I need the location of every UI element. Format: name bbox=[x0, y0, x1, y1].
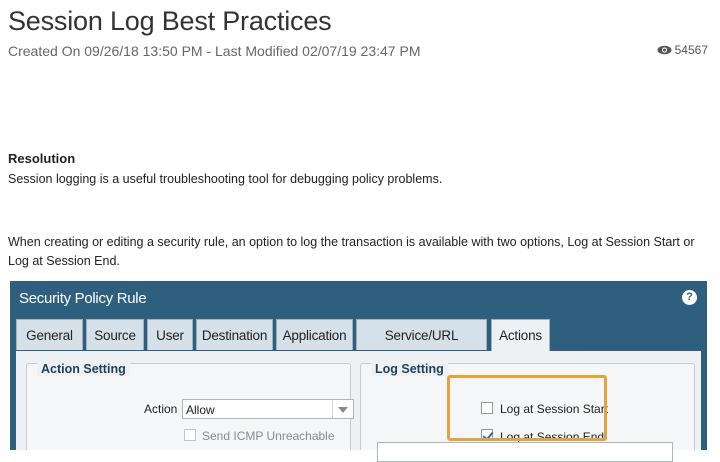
article-title: Session Log Best Practices bbox=[8, 6, 332, 36]
tab-service-url-category[interactable]: Service/URL Category bbox=[356, 319, 487, 374]
log-options-highlight bbox=[447, 375, 607, 441]
tab-actions[interactable]: Actions bbox=[491, 319, 550, 352]
log-setting-legend: Log Setting bbox=[371, 362, 448, 376]
action-select[interactable]: Allow bbox=[182, 399, 354, 419]
dialog-title: Security Policy Rule bbox=[19, 290, 147, 307]
article-meta: Created On 09/26/18 13:50 PM - Last Modi… bbox=[8, 43, 421, 59]
action-select-value: Allow bbox=[186, 403, 215, 417]
tab-destination[interactable]: Destination bbox=[196, 319, 273, 350]
resolution-paragraph-2: When creating or editing a security rule… bbox=[8, 235, 695, 268]
tab-general[interactable]: General bbox=[16, 319, 83, 350]
chevron-down-icon[interactable] bbox=[332, 400, 353, 418]
view-count: 54567 bbox=[657, 43, 708, 57]
resolution-heading: Resolution bbox=[8, 151, 76, 166]
eye-icon bbox=[657, 45, 672, 55]
tab-application[interactable]: Application bbox=[276, 319, 353, 350]
view-count-value: 54567 bbox=[674, 43, 708, 57]
send-icmp-checkbox[interactable] bbox=[184, 429, 196, 441]
log-forwarding-select[interactable] bbox=[377, 442, 673, 462]
send-icmp-label: Send ICMP Unreachable bbox=[202, 429, 335, 443]
action-setting-legend: Action Setting bbox=[37, 362, 130, 376]
action-setting-group: Action Setting Action Allow Send ICMP Un… bbox=[26, 362, 354, 450]
resolution-paragraph-1: Session logging is a useful troubleshoot… bbox=[8, 172, 443, 186]
tab-source[interactable]: Source bbox=[86, 319, 144, 350]
help-icon[interactable]: ? bbox=[682, 290, 697, 305]
tab-user[interactable]: User bbox=[147, 319, 193, 350]
action-label: Action bbox=[144, 402, 178, 416]
